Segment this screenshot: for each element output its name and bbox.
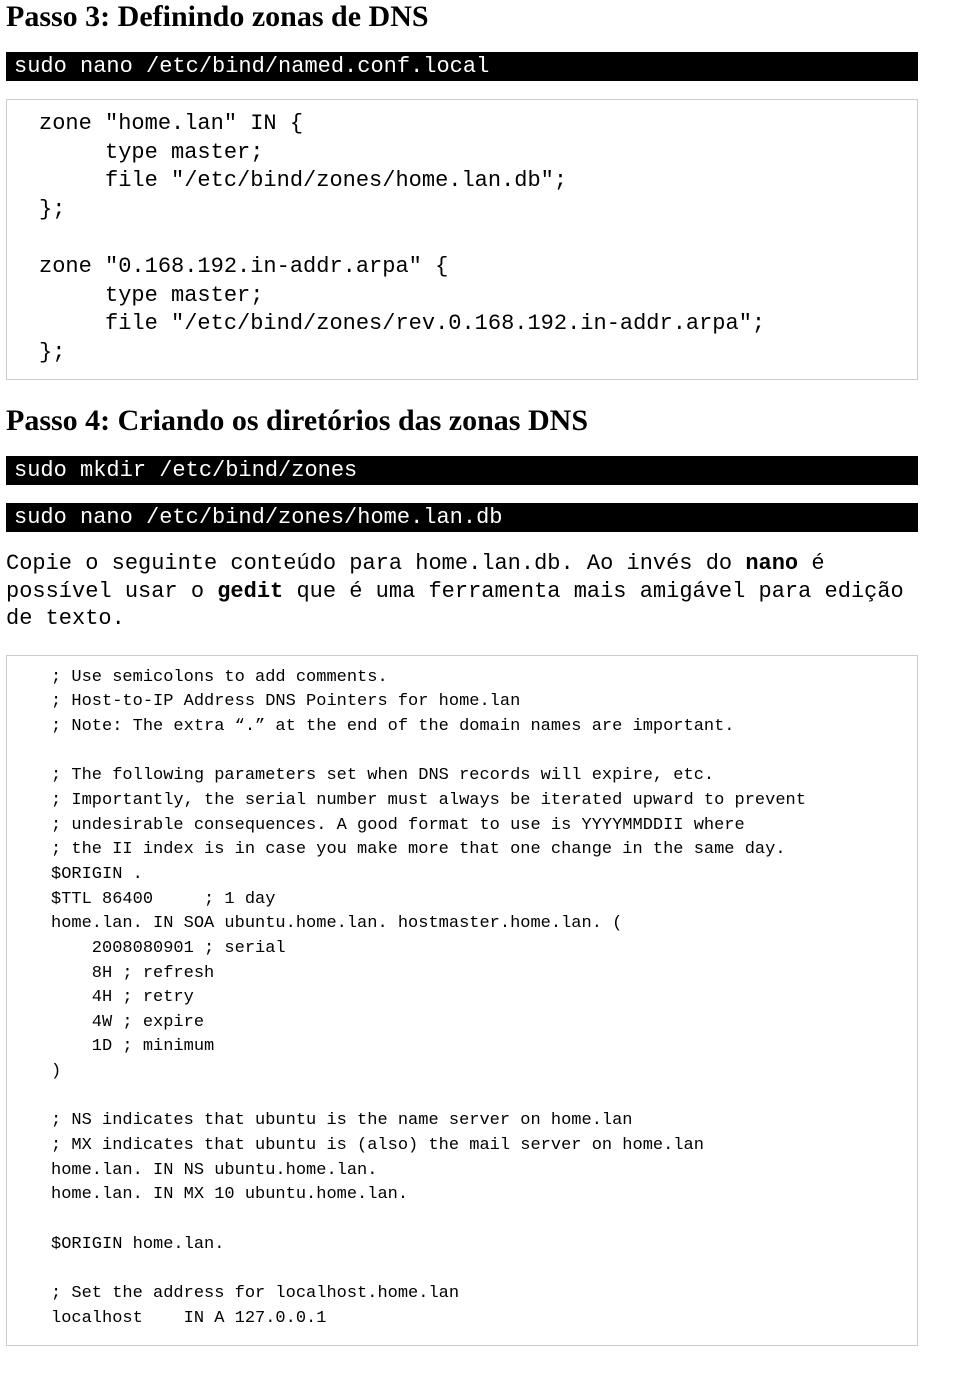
bodytext-bold-gedit: gedit: [217, 579, 283, 604]
step4-terminal-cmd1: sudo mkdir /etc/bind/zones: [6, 456, 918, 485]
bodytext-span1: Copie o seguinte conteúdo para home.lan.…: [6, 551, 745, 576]
step4-terminal-cmd2: sudo nano /etc/bind/zones/home.lan.db: [6, 503, 918, 532]
step3-heading: Passo 3: Definindo zonas de DNS: [6, 0, 918, 34]
step4-code-block: ; Use semicolons to add comments. ; Host…: [6, 655, 918, 1346]
step3-code-block: zone "home.lan" IN { type master; file "…: [6, 99, 918, 380]
step3-terminal-cmd1: sudo nano /etc/bind/named.conf.local: [6, 52, 918, 81]
step4-bodytext: Copie o seguinte conteúdo para home.lan.…: [6, 550, 918, 633]
bodytext-bold-nano: nano: [745, 551, 798, 576]
document-page: Passo 3: Definindo zonas de DNS sudo nan…: [6, 0, 918, 1400]
step4-heading: Passo 4: Criando os diretórios das zonas…: [6, 404, 918, 438]
